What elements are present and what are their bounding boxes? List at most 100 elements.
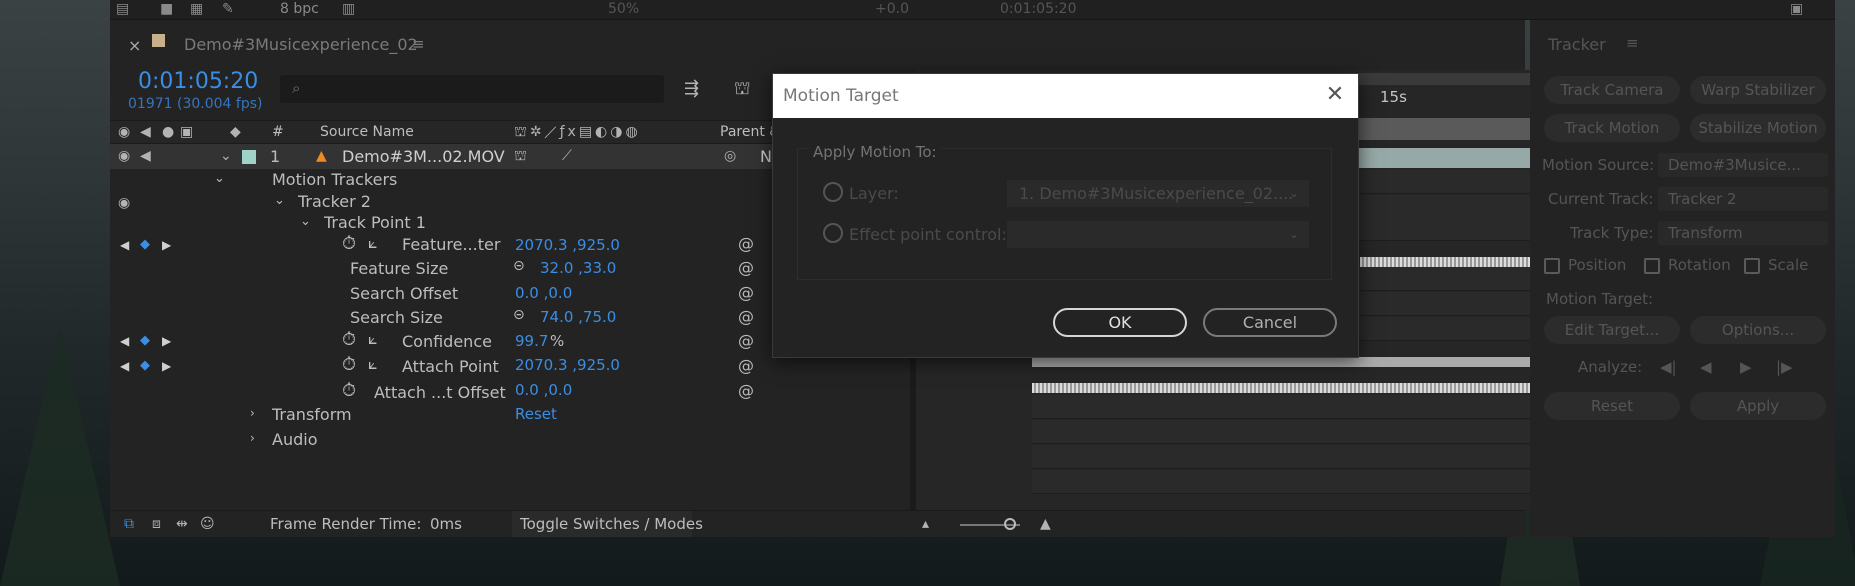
keyframe-icon[interactable]: ◆ — [140, 358, 150, 373]
prop-value[interactable]: 2070.3 ,925.0 — [515, 236, 620, 254]
expression-pickwhip-icon[interactable]: @ — [738, 283, 754, 302]
prev-key-icon[interactable]: ◀ — [120, 359, 129, 373]
next-key-icon[interactable]: ▶ — [162, 334, 171, 348]
graph-icon[interactable]: ⟀ — [368, 354, 378, 374]
stopwatch-icon[interactable]: ⏱ — [342, 354, 356, 375]
search-input[interactable]: ⌕ — [280, 75, 664, 103]
graph-icon[interactable]: ⟀ — [368, 329, 378, 349]
stopwatch-icon[interactable]: ⏱ — [342, 329, 356, 350]
keyframe-icon[interactable]: ◆ — [140, 333, 150, 348]
motion-trackers-label[interactable]: Motion Trackers — [272, 170, 397, 189]
zoom-select[interactable]: 50% — [608, 1, 639, 17]
pen-icon[interactable]: ✎ — [222, 1, 234, 17]
expression-pickwhip-icon[interactable]: @ — [738, 307, 754, 326]
layer-shy-icon[interactable]: ⛫ — [514, 147, 527, 165]
flowchart-icon[interactable]: ▤ — [116, 1, 129, 17]
toggle-switches-button[interactable]: Toggle Switches / Modes — [512, 511, 703, 537]
prop-value[interactable]: 0.0 ,0.0 — [515, 381, 572, 399]
zoom-out-icon[interactable]: ▴ — [922, 515, 929, 533]
expand-chevron-icon[interactable]: ⌄ — [220, 147, 232, 165]
options-button[interactable]: Options... — [1690, 316, 1826, 344]
stabilize-motion-button[interactable]: Stabilize Motion — [1690, 114, 1826, 142]
cancel-button[interactable]: Cancel — [1203, 308, 1337, 337]
bpc-label[interactable]: 8 bpc — [280, 1, 319, 17]
tracker-menu-icon[interactable]: ≡ — [1626, 34, 1639, 52]
effect-point-radio[interactable] — [823, 223, 843, 243]
snapshot-icon[interactable]: ■ — [160, 1, 173, 17]
top-timecode[interactable]: 0:01:05:20 — [1000, 1, 1077, 17]
eye-icon[interactable]: ◉ — [118, 123, 130, 141]
attach-keyframe-strip[interactable] — [1032, 383, 1608, 393]
ok-button[interactable]: OK — [1053, 308, 1187, 337]
layer-radio[interactable] — [823, 182, 843, 202]
layer-select[interactable]: 1. Demo#3Musicexperience_02.... ⌄ — [1007, 180, 1309, 207]
next-key-icon[interactable]: ▶ — [162, 238, 171, 252]
rotation-checkbox[interactable] — [1644, 258, 1660, 274]
layer-switches-icon[interactable]: ⧉ — [124, 515, 134, 533]
tab-menu-icon[interactable]: ≡ — [412, 35, 425, 53]
prop-value[interactable]: 99.7 — [515, 332, 548, 350]
track-type-select[interactable]: Transform — [1658, 221, 1828, 245]
stopwatch-icon[interactable]: ⏱ — [342, 380, 356, 401]
tracker-label[interactable]: Tracker 2 — [298, 192, 371, 211]
twirl-audio-icon[interactable]: › — [250, 431, 255, 445]
expression-pickwhip-icon[interactable]: @ — [738, 331, 754, 350]
warp-stabilizer-button[interactable]: Warp Stabilizer — [1690, 76, 1826, 104]
apply-button[interactable]: Apply — [1690, 392, 1826, 420]
comp-flowchart-icon[interactable]: ⇶ — [684, 80, 699, 98]
graph-icon[interactable]: ⟀ — [368, 233, 378, 253]
track-point-label[interactable]: Track Point 1 — [324, 213, 426, 232]
twirl-motion-trackers-icon[interactable]: ⌄ — [214, 171, 225, 186]
col-source-name[interactable]: Source Name — [320, 124, 414, 140]
prev-key-icon[interactable]: ◀ — [120, 334, 129, 348]
solo-icon[interactable]: ● — [162, 123, 174, 141]
twirl-track-point-icon[interactable]: ⌄ — [300, 214, 311, 229]
stopwatch-icon[interactable]: ⏱ — [342, 233, 356, 254]
position-checkbox[interactable] — [1544, 258, 1560, 274]
current-timecode[interactable]: 0:01:05:20 — [138, 69, 258, 94]
layer-name[interactable]: Demo#3M...02.MOV — [342, 147, 505, 166]
current-track-select[interactable]: Tracker 2 — [1658, 187, 1828, 211]
twirl-transform-icon[interactable]: › — [250, 406, 255, 420]
next-key-icon[interactable]: ▶ — [162, 359, 171, 373]
pickwhip-icon[interactable]: ◎ — [724, 147, 736, 165]
layer-eye-icon[interactable]: ◉ — [118, 147, 130, 165]
transform-label[interactable]: Transform — [272, 405, 352, 424]
link-icon[interactable]: ⊝ — [513, 258, 525, 274]
trash-icon[interactable]: ▥ — [342, 1, 355, 17]
expression-pickwhip-icon[interactable]: @ — [738, 381, 754, 400]
render-icon[interactable]: ☺ — [200, 515, 215, 533]
expression-pickwhip-icon[interactable]: @ — [738, 258, 754, 277]
layer-audio-icon[interactable]: ◀ — [140, 147, 151, 165]
layer-quality-icon[interactable]: ⟋ — [562, 147, 572, 165]
prop-value[interactable]: 74.0 ,75.0 — [540, 308, 616, 326]
scale-checkbox[interactable] — [1744, 258, 1760, 274]
prop-value[interactable]: 2070.3 ,925.0 — [515, 356, 620, 374]
close-tab-icon[interactable]: × — [128, 36, 141, 55]
twirl-tracker-icon[interactable]: ⌄ — [274, 193, 285, 208]
lock-icon[interactable]: ▣ — [180, 123, 193, 141]
zoom-slider-handle[interactable] — [1004, 518, 1016, 530]
window-icon[interactable]: ▣ — [1790, 1, 1803, 17]
prop-value[interactable]: 0.0 ,0.0 — [515, 284, 572, 302]
effect-point-select[interactable]: ⌄ — [1007, 221, 1309, 248]
zoom-in-icon[interactable]: ▲ — [1040, 515, 1051, 533]
expression-pickwhip-icon[interactable]: @ — [738, 234, 754, 253]
track-camera-button[interactable]: Track Camera — [1544, 76, 1680, 104]
draft-3d-icon[interactable]: ⛫ — [734, 80, 751, 98]
analyze-back-all-icon[interactable]: ◀| — [1660, 358, 1677, 376]
transform-reset[interactable]: Reset — [515, 405, 557, 423]
edit-target-button[interactable]: Edit Target... — [1544, 316, 1680, 344]
analyze-forward-icon[interactable]: ▶ — [1740, 358, 1752, 376]
prop-value[interactable]: 32.0 ,33.0 — [540, 259, 616, 277]
audio-icon[interactable]: ◀ — [140, 123, 151, 141]
transfer-icon[interactable]: ⧈ — [152, 515, 161, 533]
close-icon[interactable]: ✕ — [1324, 84, 1346, 106]
motion-source-select[interactable]: Demo#3Musice... — [1658, 153, 1828, 177]
comp-tab-title[interactable]: Demo#3Musicexperience_02 — [184, 35, 418, 54]
switches-icons[interactable]: ⛫✲⟋ƒx▤◐◑◍ — [514, 123, 704, 141]
exposure-value[interactable]: +0.0 — [875, 1, 909, 17]
prev-key-icon[interactable]: ◀ — [120, 238, 129, 252]
track-motion-button[interactable]: Track Motion — [1544, 114, 1680, 142]
timestretch-icon[interactable]: ⇹ — [176, 515, 188, 533]
